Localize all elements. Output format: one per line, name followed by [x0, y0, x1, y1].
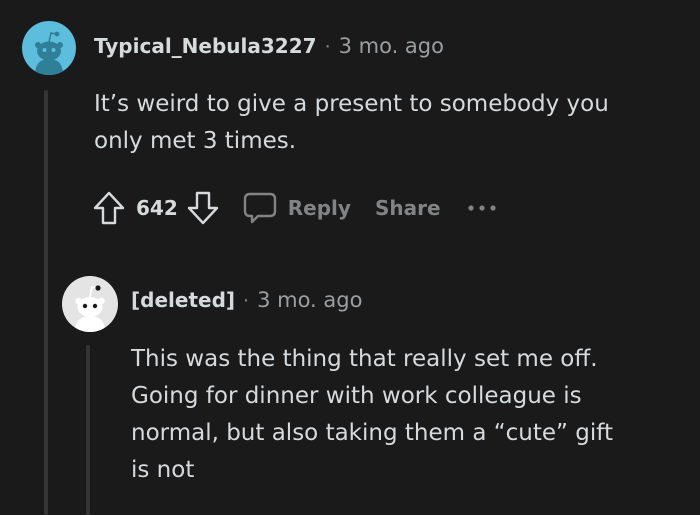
reply-body-line: Going for dinner with work colleague is: [131, 383, 582, 409]
reply-body: This was the thing that really set me of…: [131, 341, 691, 489]
username-link[interactable]: [deleted]: [131, 288, 235, 312]
speech-bubble-icon: [243, 192, 276, 224]
timestamp[interactable]: 3 mo. ago: [339, 34, 444, 58]
snoo-avatar-icon: [62, 276, 118, 332]
user-avatar[interactable]: [62, 276, 118, 332]
comment-actions: 642 Reply Share: [90, 188, 497, 228]
comment-body-line: only met 3 times.: [94, 128, 297, 154]
meta-separator: ·: [324, 36, 331, 58]
thread-line[interactable]: [86, 345, 90, 515]
timestamp[interactable]: 3 mo. ago: [257, 288, 362, 312]
comment-body: It’s weird to give a present to somebody…: [94, 86, 694, 160]
ellipsis-icon: [467, 205, 496, 211]
more-options-button[interactable]: [467, 188, 497, 228]
thread-line[interactable]: [44, 90, 48, 515]
comment-meta: Typical_Nebula3227 · 3 mo. ago: [94, 34, 444, 58]
reply-body-line: normal, but also taking them a “cute” gi…: [131, 420, 613, 446]
meta-separator: ·: [243, 290, 250, 312]
arrow-down-outline-icon: [187, 191, 218, 225]
snoo-avatar-icon: [22, 21, 76, 75]
username-link[interactable]: Typical_Nebula3227: [94, 34, 317, 58]
reply-label: Reply: [287, 196, 351, 220]
arrow-up-outline-icon: [93, 191, 125, 225]
downvote-button[interactable]: [184, 188, 222, 228]
vote-score: 642: [136, 196, 178, 220]
share-button[interactable]: Share: [375, 196, 441, 220]
user-avatar[interactable]: [22, 21, 76, 75]
upvote-button[interactable]: [90, 188, 128, 228]
reply-body-line: This was the thing that really set me of…: [131, 346, 598, 372]
reply-button[interactable]: Reply: [242, 190, 351, 226]
comment-body-line: It’s weird to give a present to somebody…: [94, 91, 609, 117]
reply-body-line: is not: [131, 457, 195, 483]
reply-meta: [deleted] · 3 mo. ago: [131, 288, 362, 312]
